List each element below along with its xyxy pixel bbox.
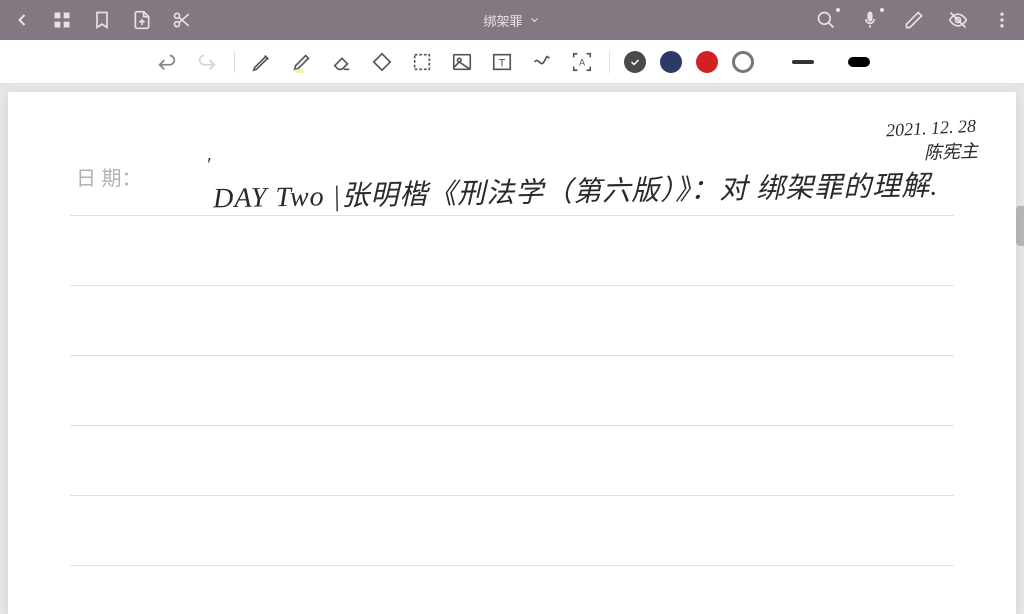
edit-icon[interactable]: [904, 10, 924, 30]
more-icon[interactable]: [992, 10, 1012, 30]
redo-button[interactable]: [194, 49, 220, 75]
color-red[interactable]: [696, 51, 718, 73]
divider: [234, 51, 235, 73]
ruled-line: [70, 565, 954, 566]
mic-badge: [880, 8, 884, 12]
ocr-tool[interactable]: A: [569, 49, 595, 75]
mic-icon[interactable]: [860, 10, 880, 30]
shape-eraser-tool[interactable]: [369, 49, 395, 75]
title-dropdown[interactable]: 绑架罪: [483, 11, 540, 30]
divider: [609, 51, 610, 73]
undo-button[interactable]: [154, 49, 180, 75]
color-grey-ring[interactable]: [732, 51, 754, 73]
canvas-area: 日 期： 2021. 12. 28 陈宪主 DAY Two |张明楷《刑法学（第…: [0, 84, 1024, 614]
scissors-icon[interactable]: [172, 10, 192, 30]
date-label: 日 期：: [76, 162, 142, 191]
formula-tool[interactable]: [529, 49, 555, 75]
scroll-handle[interactable]: [1016, 206, 1024, 246]
ruled-line: [70, 495, 954, 496]
search-icon[interactable]: [816, 10, 836, 30]
lasso-tool[interactable]: [409, 49, 435, 75]
color-blue[interactable]: [660, 51, 682, 73]
image-tool[interactable]: [449, 49, 475, 75]
chevron-down-icon: [529, 14, 541, 26]
color-check[interactable]: [624, 51, 646, 73]
highlighter-tool[interactable]: [289, 49, 315, 75]
svg-text:T: T: [499, 57, 506, 69]
top-bar: 绑架罪: [0, 0, 1024, 40]
toolbar: T A: [0, 40, 1024, 84]
paper[interactable]: 日 期： 2021. 12. 28 陈宪主 DAY Two |张明楷《刑法学（第…: [8, 92, 1016, 614]
handwriting-tick: ′: [206, 154, 210, 177]
export-icon[interactable]: [132, 10, 152, 30]
top-right-group: [816, 10, 1012, 30]
ruled-line: [70, 355, 954, 356]
pen-tool[interactable]: [249, 49, 275, 75]
eraser-tool[interactable]: [329, 49, 355, 75]
handwriting-main: DAY Two |张明楷《刑法学（第六版）》：对 绑架罪的理解.: [213, 164, 939, 217]
handwriting-signature: 陈宪主: [924, 137, 979, 165]
top-left-group: [12, 10, 192, 30]
visibility-off-icon[interactable]: [948, 10, 968, 30]
search-badge: [836, 8, 840, 12]
ruled-line: [70, 285, 954, 286]
ruled-line: [70, 215, 954, 216]
svg-text:A: A: [579, 57, 586, 67]
text-tool[interactable]: T: [489, 49, 515, 75]
stroke-thick[interactable]: [848, 57, 870, 67]
grid-icon[interactable]: [52, 10, 72, 30]
bookmark-icon[interactable]: [92, 10, 112, 30]
document-title: 绑架罪: [483, 11, 522, 30]
back-button[interactable]: [12, 10, 32, 30]
ruled-line: [70, 425, 954, 426]
stroke-thin[interactable]: [792, 60, 814, 64]
